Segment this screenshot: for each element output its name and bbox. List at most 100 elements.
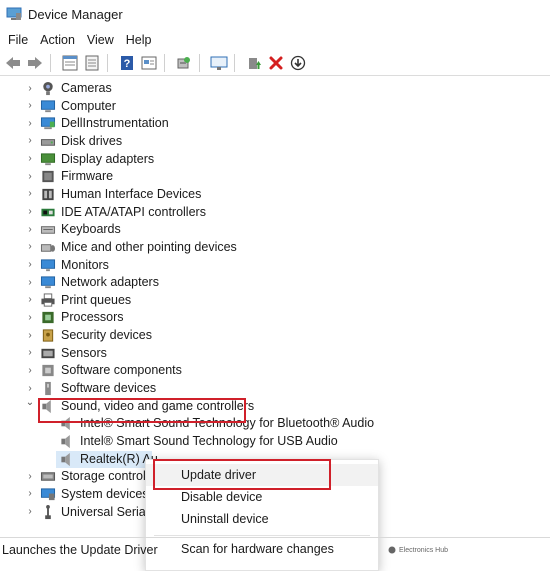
enable-device-icon[interactable]: [245, 54, 263, 72]
tree-category-item[interactable]: › Human Interface Devices: [0, 186, 550, 203]
tree-item-label: Security devices: [61, 328, 153, 343]
chevron-right-icon[interactable]: ›: [25, 188, 35, 200]
chevron-right-icon[interactable]: ›: [25, 329, 35, 341]
update-view-icon[interactable]: [140, 54, 158, 72]
monitor-icon: [40, 258, 56, 271]
security-device-icon: [42, 329, 54, 342]
tree-category-item[interactable]: › Mice and other pointing devices: [0, 239, 550, 256]
scan-icon[interactable]: [175, 54, 193, 72]
tree-category-item[interactable]: › Disk drives: [0, 133, 550, 150]
tree-category-item[interactable]: › Print queues: [0, 292, 550, 309]
chevron-right-icon[interactable]: ›: [25, 276, 35, 288]
monitor-icon[interactable]: [210, 54, 228, 72]
tree-category-item[interactable]: › Firmware: [0, 168, 550, 185]
printer-icon: [41, 293, 55, 307]
chevron-right-icon[interactable]: ›: [25, 294, 35, 306]
tree-category-item[interactable]: › IDE ATA/ATAPI controllers: [0, 204, 550, 221]
hid-icon: [42, 188, 54, 201]
status-bar: Launches the Update Driver: [0, 537, 550, 562]
properties-grid-icon[interactable]: [61, 54, 79, 72]
context-menu-label: Uninstall device: [181, 512, 269, 526]
highlight-box-update-driver: [153, 459, 331, 490]
view-icon[interactable]: [83, 54, 101, 72]
display-adapter-icon: [40, 153, 56, 165]
keyboard-icon: [40, 226, 56, 234]
tree-item-label: Cameras: [61, 81, 112, 95]
tree-item-label: Universal Serial I: [61, 504, 156, 519]
toolbar-separator: [234, 54, 235, 72]
tree-category-item[interactable]: › Sensors: [0, 345, 550, 362]
dell-instrumentation-icon: [40, 117, 56, 130]
chevron-right-icon[interactable]: ›: [25, 347, 35, 359]
tree-category-item[interactable]: › Computer: [0, 98, 550, 115]
context-menu-uninstall-device[interactable]: Uninstall device: [146, 508, 378, 530]
tree-item-label: IDE ATA/ATAPI controllers: [61, 204, 206, 219]
storage-controller-icon: [40, 472, 56, 482]
watermark: Electronics Hub: [388, 546, 448, 554]
firmware-icon: [42, 171, 54, 183]
menu-view[interactable]: View: [87, 33, 114, 47]
toolbar-separator: [50, 54, 51, 72]
chevron-down-icon[interactable]: ⌄: [25, 397, 35, 409]
tree-category-item[interactable]: › Display adapters: [0, 151, 550, 168]
context-menu-separator: [154, 535, 370, 536]
watermark-text: Electronics Hub: [399, 546, 449, 554]
chevron-right-icon[interactable]: ›: [25, 117, 35, 129]
chevron-right-icon[interactable]: ›: [25, 470, 35, 482]
tree-item-label: Monitors: [61, 257, 109, 272]
tree-category-item[interactable]: › Cameras: [0, 80, 550, 97]
uninstall-icon[interactable]: [267, 54, 285, 72]
processor-icon: [42, 312, 54, 324]
svg-text:?: ?: [124, 58, 131, 70]
tree-child-item[interactable]: Intel® Smart Sound Technology for USB Au…: [0, 433, 550, 450]
tree-category-item[interactable]: › Network adapters: [0, 274, 550, 291]
chevron-right-icon[interactable]: ›: [25, 311, 35, 323]
system-device-icon: [40, 488, 56, 501]
menu-bar: File Action View Help: [0, 30, 156, 50]
tree-item-label: Mice and other pointing devices: [61, 239, 237, 254]
tree-item-label: Disk drives: [61, 133, 123, 148]
tree-item-label: System devices: [61, 486, 149, 501]
forward-icon[interactable]: [26, 54, 44, 72]
sensor-icon: [41, 348, 55, 358]
tree-item-label: Sensors: [61, 345, 107, 360]
chevron-right-icon[interactable]: ›: [25, 206, 35, 218]
download-icon[interactable]: [289, 54, 307, 72]
chevron-right-icon[interactable]: ›: [25, 153, 35, 165]
tree-category-item[interactable]: › DellInstrumentation: [0, 115, 550, 132]
tree-category-item[interactable]: › Processors: [0, 309, 550, 326]
tree-category-item[interactable]: › Keyboards: [0, 221, 550, 238]
tree-category-item[interactable]: › Software devices: [0, 380, 550, 397]
toolbar-separator: [164, 54, 165, 72]
tree-category-item[interactable]: › Security devices: [0, 327, 550, 344]
chevron-right-icon[interactable]: ›: [25, 135, 35, 147]
tree-category-item[interactable]: › Software components: [0, 362, 550, 379]
chevron-right-icon[interactable]: ›: [25, 488, 35, 500]
chevron-right-icon[interactable]: ›: [25, 382, 35, 394]
tree-item-label: Print queues: [61, 292, 132, 307]
tree-category-item[interactable]: › Monitors: [0, 257, 550, 274]
back-icon[interactable]: [4, 54, 22, 72]
tree-item-label: Software components: [61, 363, 182, 378]
tree-item-label: Computer: [61, 98, 116, 113]
software-component-icon: [42, 365, 54, 377]
title-bar: Device Manager: [0, 0, 550, 28]
chevron-right-icon[interactable]: ›: [25, 259, 35, 271]
chevron-right-icon[interactable]: ›: [25, 241, 35, 253]
chevron-right-icon[interactable]: ›: [25, 170, 35, 182]
computer-icon: [40, 100, 56, 112]
help-icon[interactable]: ?: [118, 54, 136, 72]
menu-file[interactable]: File: [8, 33, 28, 47]
ide-controller-icon: [41, 208, 55, 216]
chevron-right-icon[interactable]: ›: [25, 223, 35, 235]
tree-item-label: Processors: [61, 310, 124, 325]
menu-help[interactable]: Help: [126, 33, 152, 47]
chevron-right-icon[interactable]: ›: [25, 100, 35, 112]
speaker-icon: [61, 452, 70, 466]
chevron-right-icon[interactable]: ›: [25, 506, 35, 518]
tree-item-label: DellInstrumentation: [61, 116, 169, 131]
menu-action[interactable]: Action: [40, 33, 75, 47]
speaker-icon: [61, 434, 70, 449]
chevron-right-icon[interactable]: ›: [25, 364, 35, 376]
chevron-right-icon[interactable]: ›: [25, 82, 35, 94]
